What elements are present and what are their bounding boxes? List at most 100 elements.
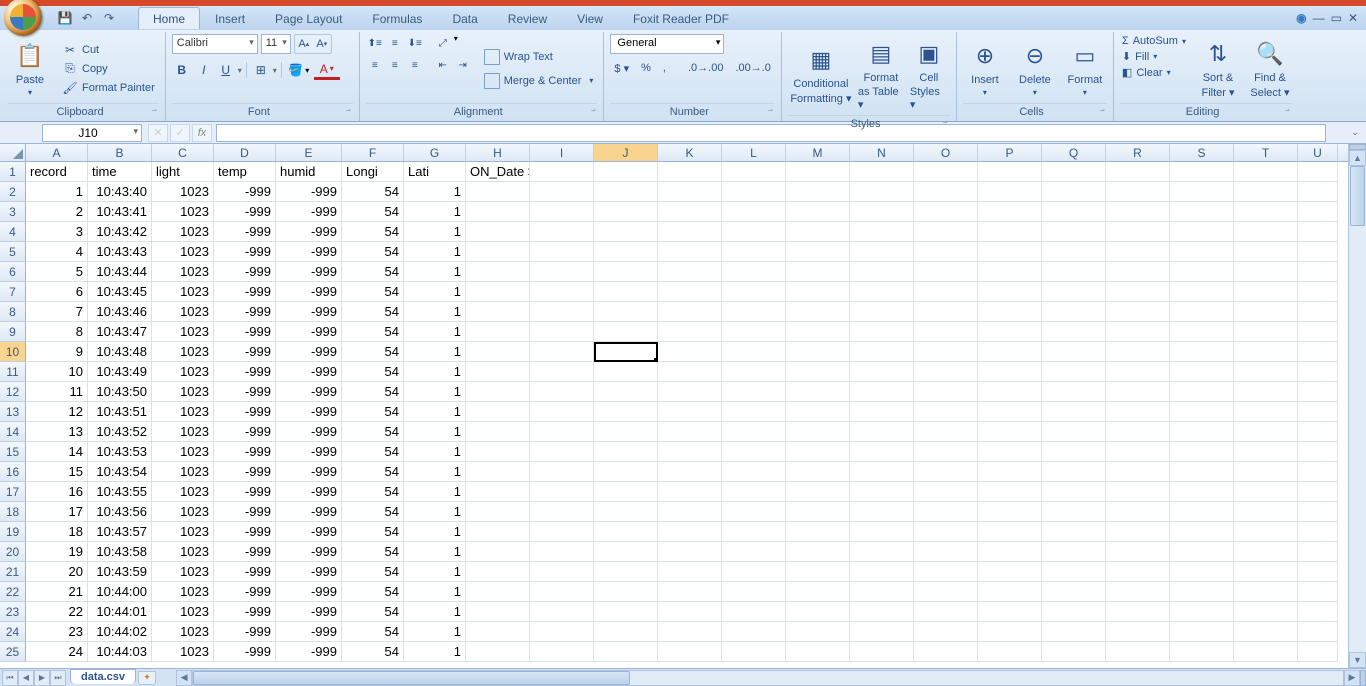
cell[interactable] xyxy=(786,622,850,642)
row-header[interactable]: 20 xyxy=(0,542,26,562)
cell[interactable]: -999 xyxy=(276,322,342,342)
cell[interactable] xyxy=(1298,342,1338,362)
expand-formula-bar-icon[interactable]: ⌄ xyxy=(1346,124,1364,142)
cell[interactable] xyxy=(530,502,594,522)
cell[interactable] xyxy=(466,542,530,562)
cell[interactable] xyxy=(1234,602,1298,622)
cell[interactable] xyxy=(786,382,850,402)
cell[interactable] xyxy=(978,642,1042,662)
cell[interactable]: -999 xyxy=(214,642,276,662)
cell[interactable]: 54 xyxy=(342,242,404,262)
cell[interactable] xyxy=(722,222,786,242)
cell[interactable]: 1 xyxy=(404,422,466,442)
cell[interactable] xyxy=(1298,582,1338,602)
vscroll-track[interactable] xyxy=(1349,166,1366,652)
cell[interactable] xyxy=(850,302,914,322)
font-name-select[interactable]: Calibri xyxy=(172,34,258,54)
cell[interactable] xyxy=(594,162,658,182)
cell[interactable]: 24 xyxy=(26,642,88,662)
cell[interactable] xyxy=(466,582,530,602)
cell[interactable] xyxy=(594,202,658,222)
cell[interactable]: 1 xyxy=(404,502,466,522)
delete-cells-button[interactable]: ⊖Delete▾ xyxy=(1013,34,1057,103)
cell[interactable] xyxy=(786,282,850,302)
cell[interactable]: 54 xyxy=(342,442,404,462)
cell[interactable] xyxy=(1234,282,1298,302)
cell[interactable]: 1023 xyxy=(152,182,214,202)
cell[interactable]: 20 xyxy=(26,562,88,582)
cell[interactable] xyxy=(1106,362,1170,382)
cell[interactable] xyxy=(530,562,594,582)
cell[interactable] xyxy=(1298,182,1338,202)
cell[interactable] xyxy=(978,502,1042,522)
cell[interactable]: 10:43:48 xyxy=(88,342,152,362)
cell[interactable]: -999 xyxy=(214,222,276,242)
cell[interactable]: -999 xyxy=(276,362,342,382)
font-size-select[interactable]: 11 xyxy=(261,34,291,54)
cell[interactable] xyxy=(1298,602,1338,622)
cell[interactable] xyxy=(786,642,850,662)
cell[interactable] xyxy=(914,462,978,482)
tab-page-layout[interactable]: Page Layout xyxy=(260,7,357,29)
cell[interactable] xyxy=(722,382,786,402)
find-select-button[interactable]: 🔍Find &Select ▾ xyxy=(1248,34,1292,103)
cell[interactable] xyxy=(1234,562,1298,582)
cell[interactable] xyxy=(722,282,786,302)
format-painter-button[interactable]: 🖌Format Painter xyxy=(58,79,159,97)
increase-decimal-button[interactable]: .0→.00 xyxy=(684,58,727,78)
cell[interactable] xyxy=(722,442,786,462)
cell[interactable] xyxy=(658,382,722,402)
cell[interactable] xyxy=(1170,442,1234,462)
cell[interactable] xyxy=(658,602,722,622)
cell[interactable] xyxy=(850,422,914,442)
align-left-icon[interactable]: ≡ xyxy=(366,56,384,74)
cell[interactable]: 10:43:51 xyxy=(88,402,152,422)
col-header-U[interactable]: U xyxy=(1298,144,1338,161)
cell[interactable] xyxy=(722,162,786,182)
cell[interactable] xyxy=(1234,162,1298,182)
align-bottom-icon[interactable]: ⬇≡ xyxy=(406,34,424,52)
cell[interactable] xyxy=(1234,182,1298,202)
cell[interactable] xyxy=(978,462,1042,482)
row-header[interactable]: 6 xyxy=(0,262,26,282)
cell[interactable]: 1023 xyxy=(152,242,214,262)
row-header[interactable]: 5 xyxy=(0,242,26,262)
cell[interactable] xyxy=(1170,422,1234,442)
cell[interactable] xyxy=(658,622,722,642)
cell[interactable]: time xyxy=(88,162,152,182)
cell[interactable]: 1023 xyxy=(152,202,214,222)
cell[interactable] xyxy=(594,342,658,362)
cell[interactable]: -999 xyxy=(214,462,276,482)
cell[interactable]: -999 xyxy=(214,262,276,282)
cell[interactable] xyxy=(850,482,914,502)
cell[interactable]: -999 xyxy=(214,522,276,542)
cell[interactable]: -999 xyxy=(214,202,276,222)
cell[interactable]: 1023 xyxy=(152,582,214,602)
format-table-button[interactable]: ▤Formatas Table ▾ xyxy=(856,34,906,115)
enter-formula-icon[interactable]: ✓ xyxy=(170,124,190,142)
cell[interactable] xyxy=(658,422,722,442)
cell[interactable] xyxy=(594,522,658,542)
cell[interactable] xyxy=(978,282,1042,302)
cell[interactable] xyxy=(1170,362,1234,382)
cell[interactable] xyxy=(594,362,658,382)
cell[interactable] xyxy=(978,242,1042,262)
cell[interactable] xyxy=(466,242,530,262)
cell[interactable]: -999 xyxy=(276,642,342,662)
fill-color-button[interactable]: 🪣 xyxy=(286,60,312,80)
cell[interactable] xyxy=(786,222,850,242)
cell[interactable] xyxy=(786,522,850,542)
cell[interactable]: 1023 xyxy=(152,442,214,462)
cell[interactable] xyxy=(1106,182,1170,202)
cell[interactable] xyxy=(466,402,530,422)
name-box[interactable]: J10 xyxy=(42,124,142,142)
save-icon[interactable]: 💾 xyxy=(56,9,74,27)
cell[interactable]: 10:43:46 xyxy=(88,302,152,322)
cell[interactable] xyxy=(658,542,722,562)
cell[interactable]: 10:43:41 xyxy=(88,202,152,222)
cell[interactable] xyxy=(530,362,594,382)
cell[interactable]: 1023 xyxy=(152,402,214,422)
tab-home[interactable]: Home xyxy=(138,7,200,29)
prev-sheet-icon[interactable]: ◀ xyxy=(18,670,34,686)
cell[interactable] xyxy=(978,602,1042,622)
